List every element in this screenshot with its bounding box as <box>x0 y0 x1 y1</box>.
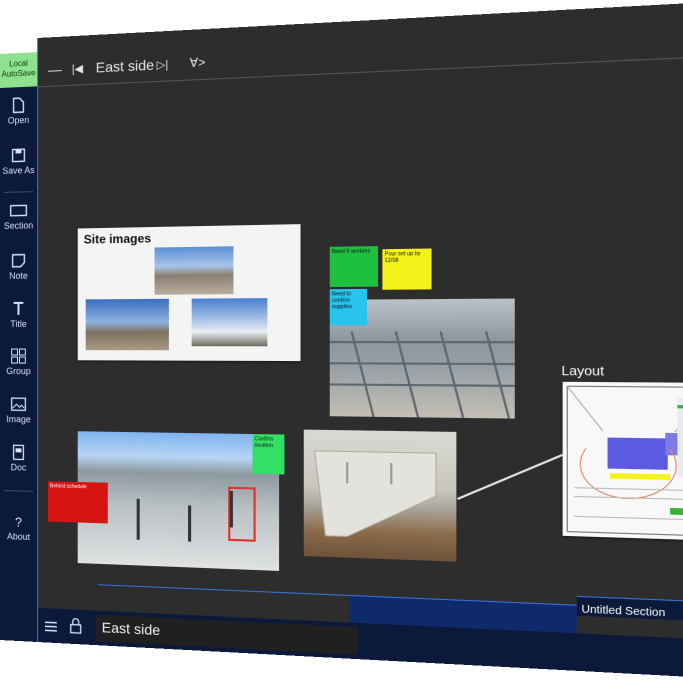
layout-document[interactable] <box>563 382 683 541</box>
sticky-note-green[interactable]: Need 5 workers <box>330 246 378 287</box>
bottom-bar: Untitled Section East side <box>38 572 683 681</box>
connector-line[interactable] <box>455 443 571 511</box>
doc-icon <box>11 444 27 460</box>
layout-label: Layout <box>561 363 604 379</box>
card-title: Site images <box>84 231 151 246</box>
sidebar-item-label: Image <box>6 414 30 424</box>
first-section-button[interactable]: |◀ <box>72 62 83 76</box>
sidebar-item-label: Section <box>4 220 33 231</box>
sidebar-item-label: Save As <box>2 165 34 176</box>
group-icon <box>11 348 27 364</box>
lock-icon[interactable] <box>70 617 82 634</box>
snowy-slope-photo[interactable] <box>192 298 268 346</box>
sidebar-divider <box>4 490 33 492</box>
section-tab-untitled[interactable]: Untitled Section <box>577 596 683 624</box>
foundation-walls-photo[interactable] <box>78 431 279 571</box>
sidebar: Local AutoSave Open Save As Section Note… <box>0 52 37 642</box>
image-icon <box>11 396 27 412</box>
autosave-badge[interactable]: Local AutoSave <box>0 52 37 88</box>
foundation-outline-graphic <box>304 430 457 562</box>
sidebar-item-title[interactable]: Title <box>0 297 37 341</box>
sidebar-item-label: Title <box>10 319 26 329</box>
minimize-panel-button[interactable]: — <box>48 61 62 78</box>
question-icon: ? <box>11 513 27 530</box>
mountain-photo[interactable] <box>155 246 234 295</box>
floor-plan-graphic <box>563 382 683 541</box>
app-window: Local AutoSave Open Save As Section Note… <box>0 0 683 680</box>
section-title: East side <box>96 56 154 75</box>
svg-text:?: ? <box>15 514 22 529</box>
sidebar-item-section[interactable]: Section <box>0 198 37 243</box>
section-toolbar: — |◀ East side ▷| ∀> <box>38 20 683 84</box>
sidebar-item-save-as[interactable]: Save As <box>0 143 37 188</box>
sidebar-divider <box>4 191 33 193</box>
sidebar-item-label: Doc <box>11 462 27 472</box>
concrete-foundation-photo[interactable] <box>304 430 457 562</box>
filter-icon[interactable]: ∀> <box>190 55 206 70</box>
mountain-photo[interactable] <box>86 299 169 351</box>
sidebar-item-label: Note <box>9 271 28 281</box>
note-icon <box>11 253 27 269</box>
sidebar-item-group[interactable]: Group <box>0 344 37 388</box>
section-icon <box>10 202 28 218</box>
sticky-note-red[interactable]: Behind schedule <box>48 481 108 523</box>
canvas-area[interactable]: — |◀ East side ▷| ∀> ⌕ ⧉ ✕ Site images N… <box>37 0 683 680</box>
sidebar-item-note[interactable]: Note <box>0 248 37 293</box>
sidebar-item-open[interactable]: Open <box>0 92 37 138</box>
title-icon <box>11 301 27 317</box>
save-icon <box>11 147 27 164</box>
sidebar-item-label: Group <box>6 366 30 376</box>
sidebar-item-label: About <box>7 531 30 542</box>
sticky-note-blue[interactable]: Need to confirm supplies <box>330 289 367 325</box>
site-images-card[interactable]: Site images <box>78 224 301 361</box>
sidebar-item-image[interactable]: Image <box>0 392 37 437</box>
open-file-icon <box>11 97 27 114</box>
sticky-note-green-right[interactable]: Confirm location <box>252 434 284 474</box>
next-section-button[interactable]: ▷| <box>157 58 169 72</box>
highlight-marker-graphic <box>78 431 279 571</box>
sidebar-item-label: Open <box>8 115 30 126</box>
sticky-note-yellow[interactable]: Pour set up by 12/08 <box>382 248 431 289</box>
menu-icon[interactable] <box>44 620 58 633</box>
sidebar-item-doc[interactable]: Doc <box>0 440 37 485</box>
sidebar-item-about[interactable]: ? About <box>0 509 37 554</box>
